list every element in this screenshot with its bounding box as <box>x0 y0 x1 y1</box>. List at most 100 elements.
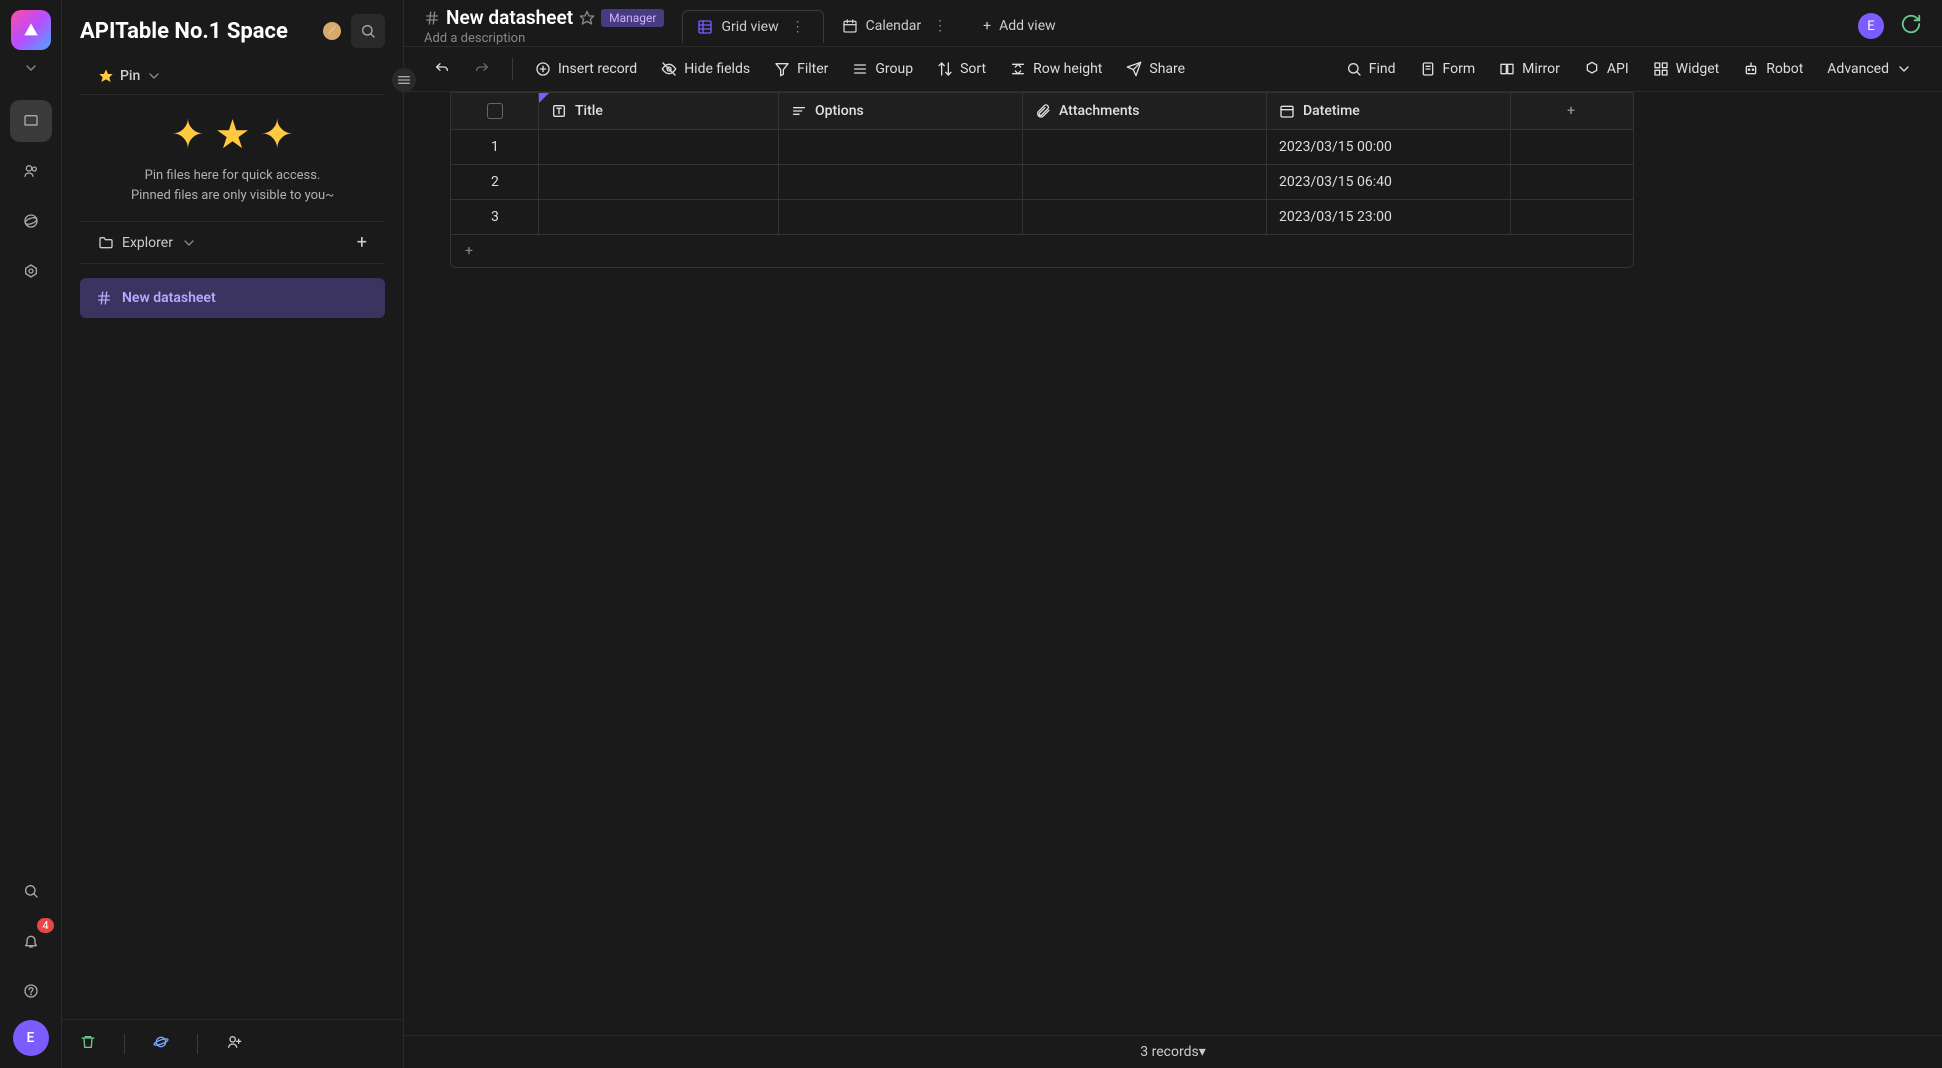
table-row[interactable]: 3 2023/03/15 23:00 <box>451 200 1633 235</box>
workspace-status-icon[interactable]: ⟋ <box>323 22 341 40</box>
rail-workspace-icon[interactable] <box>10 100 52 142</box>
hash-icon <box>96 290 112 306</box>
grid-area: Title Options Attachments Datetime + 1 <box>404 92 1942 1035</box>
hash-icon <box>424 10 440 26</box>
rail-notifications-icon[interactable]: 4 <box>10 920 52 962</box>
view-tabs: Grid view ⋮ Calendar ⋮ + Add view <box>682 10 1069 43</box>
column-header-attachments[interactable]: Attachments <box>1023 93 1267 129</box>
cell-title[interactable] <box>539 130 779 164</box>
cell-attachments[interactable] <box>1023 130 1267 164</box>
cell-attachments[interactable] <box>1023 165 1267 199</box>
text-field-icon <box>551 103 567 119</box>
add-row-button[interactable]: + <box>451 235 1633 267</box>
calendar-icon <box>842 18 858 34</box>
sidebar-file-new-datasheet[interactable]: New datasheet <box>80 278 385 318</box>
toolbar: Insert record Hide fields Filter Group S… <box>404 46 1942 92</box>
refresh-icon[interactable] <box>1900 13 1922 39</box>
grid-icon <box>697 19 713 35</box>
datasheet-description[interactable]: Add a description <box>424 31 664 46</box>
role-tag: Manager <box>601 9 664 27</box>
app-logo[interactable] <box>11 10 51 50</box>
view-tab-calendar[interactable]: Calendar ⋮ <box>828 10 966 42</box>
pin-star-large-icon: ✦ ★ ✦ <box>80 111 385 158</box>
chevron-down-icon <box>146 68 162 84</box>
plus-icon: + <box>983 18 991 34</box>
datasheet-name-block: New datasheet Manager Add a description <box>424 6 664 46</box>
status-bar[interactable]: 3 records▾ <box>404 1035 1942 1068</box>
advanced-button[interactable]: Advanced <box>1817 55 1922 83</box>
record-count: 3 records <box>1140 1044 1198 1060</box>
view-tab-grid-label: Grid view <box>721 19 778 35</box>
cell-options[interactable] <box>779 130 1023 164</box>
cell-options[interactable] <box>779 165 1023 199</box>
favorite-star-icon[interactable] <box>579 10 595 26</box>
row-number[interactable]: 3 <box>451 200 539 234</box>
user-avatar[interactable]: E <box>1858 13 1884 39</box>
share-button[interactable]: Share <box>1116 55 1195 83</box>
sidebar-explorer-header[interactable]: Explorer + <box>80 221 385 264</box>
robot-button[interactable]: Robot <box>1733 55 1813 83</box>
toolbar-right: Find Form Mirror API Widget Robot Advanc… <box>1336 55 1922 83</box>
rail-avatar[interactable]: E <box>13 1020 49 1056</box>
redo-button[interactable] <box>464 55 500 83</box>
rail-contacts-icon[interactable] <box>10 150 52 192</box>
pin-hint-2: Pinned files are only visible to you~ <box>80 186 385 206</box>
top-right: E <box>1858 13 1922 39</box>
mirror-button[interactable]: Mirror <box>1489 55 1570 83</box>
table-row[interactable]: 2 2023/03/15 06:40 <box>451 165 1633 200</box>
sidebar-collapse-button[interactable] <box>392 68 416 92</box>
sidebar: APITable No.1 Space ⟋ Pin ✦ ★ ✦ Pin file… <box>62 0 404 1068</box>
pin-empty-state: ✦ ★ ✦ Pin files here for quick access. P… <box>62 95 403 221</box>
workspace-title: APITable No.1 Space <box>80 19 313 44</box>
column-header-datetime[interactable]: Datetime <box>1267 93 1511 129</box>
footer-planet-icon[interactable] <box>153 1034 169 1054</box>
find-button[interactable]: Find <box>1336 55 1406 83</box>
cell-datetime[interactable]: 2023/03/15 23:00 <box>1267 200 1511 234</box>
table-row[interactable]: 1 2023/03/15 00:00 <box>451 130 1633 165</box>
cell-attachments[interactable] <box>1023 200 1267 234</box>
group-button[interactable]: Group <box>842 55 923 83</box>
form-button[interactable]: Form <box>1410 55 1486 83</box>
footer-trash-icon[interactable] <box>80 1034 96 1054</box>
hide-fields-button[interactable]: Hide fields <box>651 55 760 83</box>
undo-button[interactable] <box>424 55 460 83</box>
row-number[interactable]: 2 <box>451 165 539 199</box>
cell-datetime[interactable]: 2023/03/15 06:40 <box>1267 165 1511 199</box>
header-checkbox-cell[interactable] <box>451 93 539 129</box>
view-tab-calendar-menu[interactable]: ⋮ <box>929 18 951 34</box>
cell-options[interactable] <box>779 200 1023 234</box>
icon-rail: 4 E <box>0 0 62 1068</box>
api-button[interactable]: API <box>1574 55 1639 83</box>
sidebar-footer <box>62 1019 403 1068</box>
footer-add-user-icon[interactable] <box>226 1034 242 1054</box>
datasheet-name[interactable]: New datasheet <box>446 6 573 29</box>
filter-button[interactable]: Filter <box>764 55 838 83</box>
add-column-button[interactable]: + <box>1511 93 1631 129</box>
grid-table: Title Options Attachments Datetime + 1 <box>450 92 1634 268</box>
sort-button[interactable]: Sort <box>927 55 996 83</box>
column-header-title[interactable]: Title <box>539 93 779 129</box>
sidebar-pin-header[interactable]: Pin <box>80 62 385 95</box>
cell-title[interactable] <box>539 165 779 199</box>
view-tab-grid-menu[interactable]: ⋮ <box>787 19 809 35</box>
column-header-options[interactable]: Options <box>779 93 1023 129</box>
rail-explore-icon[interactable] <box>10 200 52 242</box>
select-all-checkbox[interactable] <box>487 103 503 119</box>
cell-datetime[interactable]: 2023/03/15 00:00 <box>1267 130 1511 164</box>
pin-hint-1: Pin files here for quick access. <box>80 166 385 186</box>
rail-chevron-down-icon[interactable] <box>23 60 39 80</box>
rail-help-icon[interactable] <box>10 970 52 1012</box>
cell-title[interactable] <box>539 200 779 234</box>
add-view-button[interactable]: + Add view <box>969 10 1069 42</box>
rail-search-icon[interactable] <box>10 870 52 912</box>
sidebar-file-label: New datasheet <box>122 290 216 306</box>
insert-record-button[interactable]: Insert record <box>525 55 647 83</box>
view-tab-grid[interactable]: Grid view ⋮ <box>682 10 823 43</box>
explorer-add-button[interactable]: + <box>357 232 367 253</box>
sidebar-search-button[interactable] <box>351 14 385 48</box>
row-height-button[interactable]: Row height <box>1000 55 1112 83</box>
row-number[interactable]: 1 <box>451 130 539 164</box>
rail-settings-icon[interactable] <box>10 250 52 292</box>
widget-button[interactable]: Widget <box>1643 55 1730 83</box>
main-area: New datasheet Manager Add a description … <box>404 0 1942 1068</box>
